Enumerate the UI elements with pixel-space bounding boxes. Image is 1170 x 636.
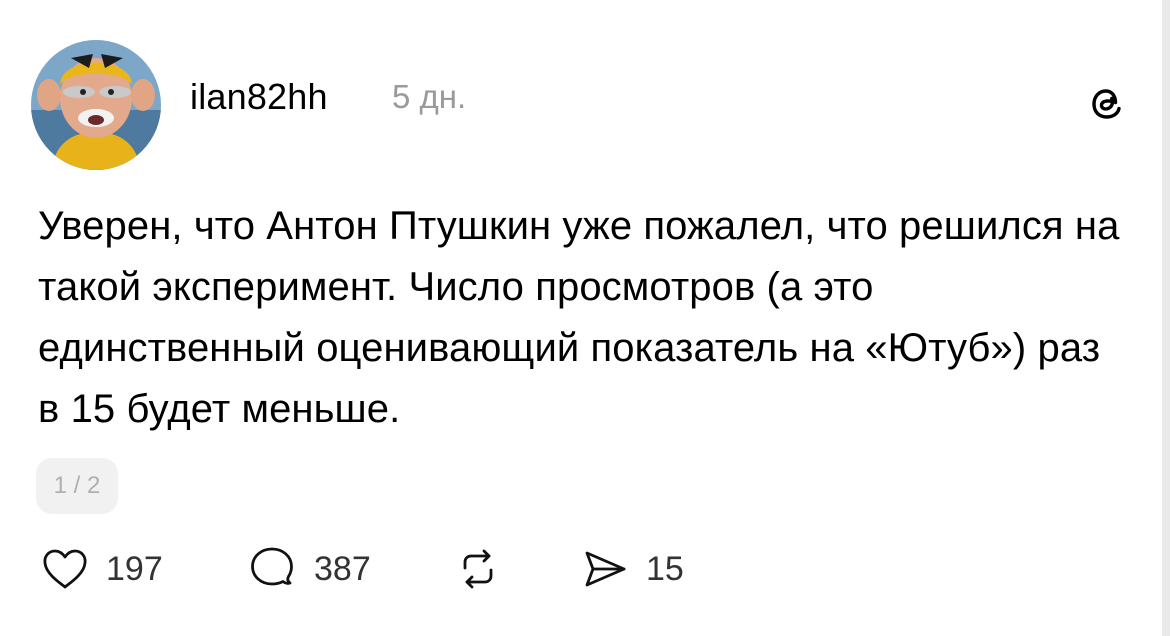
avatar-photo — [31, 40, 161, 170]
comment-bubble-icon — [251, 547, 293, 586]
post-time: 5 дн. — [392, 78, 467, 115]
repost-icon — [463, 549, 493, 589]
page-indicator: 1 / 2 — [36, 458, 118, 514]
avatar[interactable] — [31, 40, 161, 170]
scroll-edge — [1162, 0, 1170, 636]
send-icon — [585, 551, 626, 587]
like-button[interactable]: 197 — [38, 541, 163, 597]
threads-logo-icon[interactable] — [1086, 83, 1128, 125]
repost-button[interactable] — [451, 541, 505, 597]
share-button[interactable]: 15 — [578, 541, 684, 597]
comment-button[interactable]: 387 — [244, 541, 371, 597]
username[interactable]: ilan82hh — [190, 76, 328, 118]
like-count: 197 — [106, 549, 163, 588]
post-text: Уверен, что Антон Птушкин уже пожалел, ч… — [38, 204, 1120, 431]
share-count: 15 — [646, 549, 684, 588]
comment-count: 387 — [314, 549, 371, 588]
heart-icon — [43, 549, 87, 589]
